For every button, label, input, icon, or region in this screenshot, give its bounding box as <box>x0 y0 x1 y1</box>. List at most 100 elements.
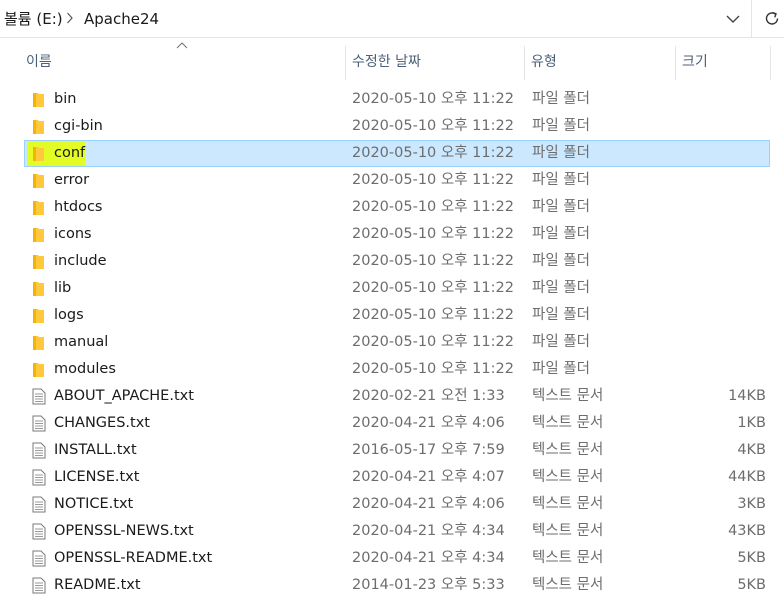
list-item[interactable]: bin 2020-05-10 오후 11:22 파일 폴더 <box>24 86 770 113</box>
column-header-type[interactable]: 유형 <box>525 46 675 80</box>
list-item[interactable]: LICENSE.txt 2020-04-21 오후 4:07 텍스트 문서 44… <box>24 464 770 491</box>
refresh-icon[interactable] <box>762 9 782 29</box>
file-date: 2020-05-10 오후 11:22 <box>352 145 514 161</box>
list-item[interactable]: CHANGES.txt 2020-04-21 오후 4:06 텍스트 문서 1K… <box>24 410 770 437</box>
file-size: 5KB <box>737 550 766 566</box>
column-header-name[interactable]: 이름 <box>20 46 345 80</box>
file-date: 2020-04-21 오후 4:34 <box>352 550 505 566</box>
file-type: 파일 폴더 <box>532 253 590 269</box>
file-type: 파일 폴더 <box>532 172 590 188</box>
file-type: 파일 폴더 <box>532 145 590 161</box>
list-item[interactable]: OPENSSL-README.txt 2020-04-21 오후 4:34 텍스… <box>24 545 770 572</box>
file-type: 텍스트 문서 <box>532 388 604 404</box>
file-type: 파일 폴더 <box>532 361 590 377</box>
list-item[interactable]: INSTALL.txt 2016-05-17 오후 7:59 텍스트 문서 4K… <box>24 437 770 464</box>
file-type: 텍스트 문서 <box>532 523 604 539</box>
column-header-date[interactable]: 수정한 날짜 <box>346 46 524 80</box>
file-date: 2020-05-10 오후 11:22 <box>352 334 514 350</box>
file-name: modules <box>54 361 116 377</box>
file-type: 파일 폴더 <box>532 280 590 296</box>
file-size: 43KB <box>728 523 766 539</box>
folder-icon <box>33 228 44 242</box>
file-size: 5KB <box>737 577 766 593</box>
folder-icon <box>33 147 44 161</box>
file-date: 2020-04-21 오후 4:06 <box>352 496 505 512</box>
file-explorer-window: 볼륨 (E:) Apache24 이름 수정한 날짜 유형 크기 bin 202… <box>0 0 784 602</box>
file-type: 텍스트 문서 <box>532 496 604 512</box>
folder-icon <box>33 201 44 215</box>
file-date: 2020-04-21 오후 4:34 <box>352 523 505 539</box>
list-item[interactable]: ABOUT_APACHE.txt 2020-02-21 오전 1:33 텍스트 … <box>24 383 770 410</box>
breadcrumb-volume[interactable]: 볼륨 (E:) <box>4 9 63 29</box>
file-name: INSTALL.txt <box>54 442 137 458</box>
text-document-icon <box>32 496 46 513</box>
file-type: 파일 폴더 <box>532 199 590 215</box>
column-divider[interactable] <box>770 46 771 80</box>
file-name: error <box>54 172 90 188</box>
file-date: 2020-05-10 오후 11:22 <box>352 253 514 269</box>
file-name: CHANGES.txt <box>54 415 150 431</box>
file-name: OPENSSL-README.txt <box>54 550 213 566</box>
file-type: 파일 폴더 <box>532 307 590 323</box>
list-item[interactable]: error 2020-05-10 오후 11:22 파일 폴더 <box>24 167 770 194</box>
file-type: 텍스트 문서 <box>532 550 604 566</box>
folder-icon <box>33 282 44 296</box>
file-date: 2016-05-17 오후 7:59 <box>352 442 505 458</box>
folder-icon <box>33 363 44 377</box>
folder-icon <box>33 255 44 269</box>
text-document-icon <box>32 577 46 594</box>
list-item[interactable]: icons 2020-05-10 오후 11:22 파일 폴더 <box>24 221 770 248</box>
file-name: README.txt <box>54 577 141 593</box>
file-date: 2020-02-21 오전 1:33 <box>352 388 505 404</box>
folder-icon <box>33 336 44 350</box>
list-item[interactable]: NOTICE.txt 2020-04-21 오후 4:06 텍스트 문서 3KB <box>24 491 770 518</box>
list-item-selected[interactable]: conf 2020-05-10 오후 11:22 파일 폴더 <box>24 140 770 167</box>
text-document-icon <box>32 523 46 540</box>
file-type: 텍스트 문서 <box>532 577 604 593</box>
file-size: 3KB <box>737 496 766 512</box>
list-item[interactable]: modules 2020-05-10 오후 11:22 파일 폴더 <box>24 356 770 383</box>
file-name: LICENSE.txt <box>54 469 140 485</box>
folder-icon <box>33 309 44 323</box>
breadcrumb[interactable]: 볼륨 (E:) Apache24 <box>0 0 752 38</box>
file-date: 2020-05-10 오후 11:22 <box>352 307 514 323</box>
file-type: 파일 폴더 <box>532 334 590 350</box>
list-item[interactable]: cgi-bin 2020-05-10 오후 11:22 파일 폴더 <box>24 113 770 140</box>
breadcrumb-apache24[interactable]: Apache24 <box>84 9 159 29</box>
file-type: 파일 폴더 <box>532 91 590 107</box>
file-name: cgi-bin <box>54 118 103 134</box>
file-type: 텍스트 문서 <box>532 469 604 485</box>
text-document-icon <box>32 550 46 567</box>
file-date: 2020-05-10 오후 11:22 <box>352 226 514 242</box>
list-item[interactable]: htdocs 2020-05-10 오후 11:22 파일 폴더 <box>24 194 770 221</box>
text-document-icon <box>32 415 46 432</box>
list-item[interactable]: manual 2020-05-10 오후 11:22 파일 폴더 <box>24 329 770 356</box>
chevron-right-icon[interactable] <box>66 11 74 25</box>
file-name: lib <box>54 280 72 296</box>
list-item[interactable]: include 2020-05-10 오후 11:22 파일 폴더 <box>24 248 770 275</box>
file-name: logs <box>54 307 84 323</box>
list-item[interactable]: README.txt 2014-01-23 오후 5:33 텍스트 문서 5KB <box>24 572 770 599</box>
text-document-icon <box>32 442 46 459</box>
column-header-size[interactable]: 크기 <box>676 46 770 80</box>
address-bar[interactable]: 볼륨 (E:) Apache24 <box>0 0 784 38</box>
folder-icon <box>33 120 44 134</box>
text-document-icon <box>32 388 46 405</box>
list-item[interactable]: lib 2020-05-10 오후 11:22 파일 폴더 <box>24 275 770 302</box>
file-date: 2020-05-10 오후 11:22 <box>352 118 514 134</box>
file-size: 4KB <box>737 442 766 458</box>
file-date: 2020-04-21 오후 4:06 <box>352 415 505 431</box>
list-item[interactable]: OPENSSL-NEWS.txt 2020-04-21 오후 4:34 텍스트 … <box>24 518 770 545</box>
file-name: conf <box>54 145 86 161</box>
file-date: 2014-01-23 오후 5:33 <box>352 577 505 593</box>
file-date: 2020-05-10 오후 11:22 <box>352 361 514 377</box>
file-type: 텍스트 문서 <box>532 415 604 431</box>
chevron-down-icon[interactable] <box>724 12 742 26</box>
file-date: 2020-05-10 오후 11:22 <box>352 91 514 107</box>
file-name: icons <box>54 226 92 242</box>
file-date: 2020-04-21 오후 4:07 <box>352 469 505 485</box>
file-size: 1KB <box>737 415 766 431</box>
list-item[interactable]: logs 2020-05-10 오후 11:22 파일 폴더 <box>24 302 770 329</box>
file-name: bin <box>54 91 77 107</box>
file-name: include <box>54 253 107 269</box>
